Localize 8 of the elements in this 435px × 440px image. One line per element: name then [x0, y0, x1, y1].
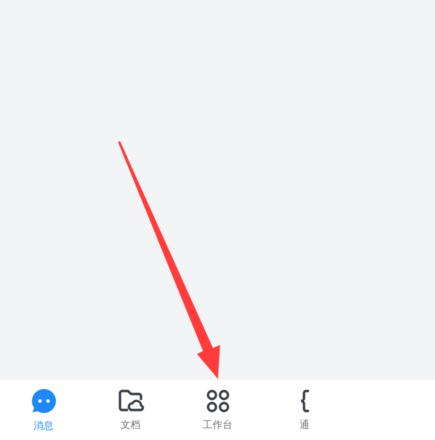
tab[interactable]: 消息 [0, 386, 87, 434]
grid-icon [206, 389, 230, 413]
tab[interactable]: 通 [261, 387, 348, 433]
chat-bubble-icon [30, 388, 56, 414]
folder-icon [118, 389, 144, 413]
tab[interactable]: 工作台 [174, 387, 261, 433]
brace-icon [300, 389, 310, 413]
tab[interactable]: 文档 [87, 387, 174, 433]
